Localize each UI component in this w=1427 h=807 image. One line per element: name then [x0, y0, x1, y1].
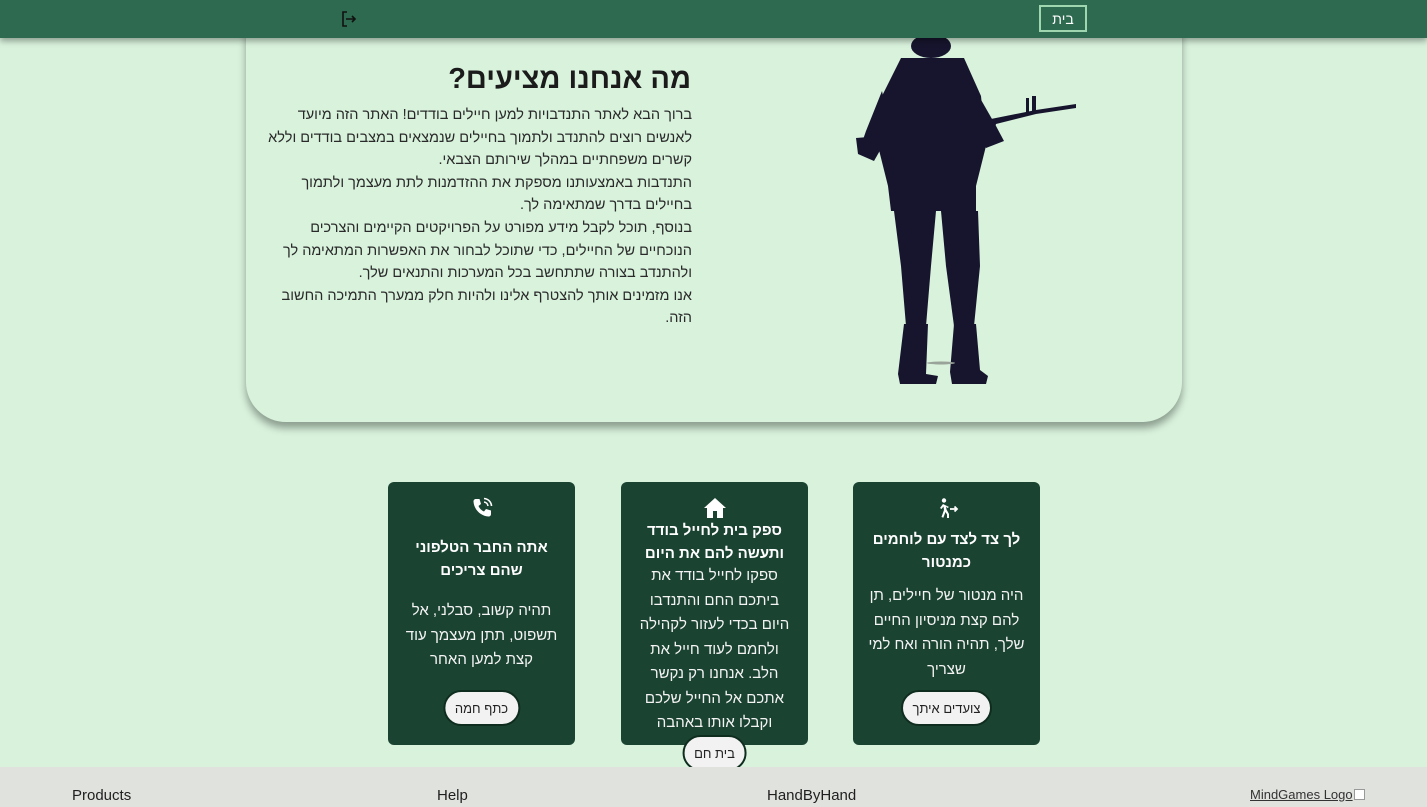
- nav-home-link[interactable]: בית: [1039, 5, 1087, 32]
- mentor-card-body: היה מנטור של חיילים, תן להם קצת מניסיון …: [868, 587, 1025, 678]
- hero-paragraph-3: בנוסף, תוכל לקבל מידע מפורט על הפרויקטים…: [283, 219, 692, 282]
- phone-call-icon: [470, 496, 494, 520]
- hero-paragraph-4: אנו מזמינים אותך להצטרף אלינו ולהיות חלק…: [281, 287, 692, 327]
- hero-paragraph-1: ברוך הבא לאתר התנדבויות למען חיילים בודד…: [268, 107, 692, 169]
- footer-logo-alt: MindGames Logo: [1250, 787, 1353, 802]
- top-navbar: בית: [0, 0, 1427, 38]
- hero-card: מה אנחנו מציעים? ברוך הבא לאתר התנדבויות…: [246, 0, 1182, 422]
- page-title: מה אנחנו מציעים?: [448, 63, 691, 95]
- warm-home-card: ספק בית לחייל בודד ותעשה להם את היום ספק…: [621, 482, 808, 771]
- mentor-card: לך צד לצד עם לוחמים כמנטור היה מנטור של …: [853, 482, 1040, 745]
- logout-icon[interactable]: [340, 10, 358, 28]
- hero-paragraph-2: התנדבות באמצעותנו מספקת את ההזדמנות לתת …: [301, 174, 692, 214]
- footer-products[interactable]: Products: [72, 787, 131, 804]
- phone-friend-card-body: תהיה קשוב, סבלני, אל תשפוט, תתן מעצמך עו…: [405, 602, 558, 668]
- soldier-silhouette-image: [856, 36, 1076, 384]
- footer-logo-link[interactable]: MindGames Logo: [1250, 787, 1365, 802]
- mentor-card-button[interactable]: צועדים איתך: [900, 690, 993, 726]
- warm-home-card-body: ספקו לחייל בודד את ביתכם החם והתנדבו היו…: [639, 567, 790, 731]
- phone-friend-card-button[interactable]: כתף חמה: [442, 690, 521, 726]
- footer-brand: HandByHand: [767, 787, 857, 804]
- mentor-card-title: לך צד לצד עם לוחמים כמנטור: [872, 531, 1021, 571]
- home-icon: [703, 496, 727, 520]
- hero-description: ברוך הבא לאתר התנדבויות למען חיילים בודד…: [260, 104, 692, 330]
- footer: Products Help HandByHand MindGames Logo: [0, 767, 1427, 807]
- phone-friend-card: אתה החבר הטלפוני שהם צריכים תהיה קשוב, ס…: [388, 482, 575, 745]
- walking-person-icon: [935, 497, 959, 521]
- footer-help[interactable]: Help: [437, 787, 468, 804]
- broken-image-icon: [1353, 789, 1365, 800]
- warm-home-card-button[interactable]: בית חם: [682, 735, 747, 771]
- phone-friend-card-title: אתה החבר הטלפוני שהם צריכים: [415, 539, 548, 579]
- warm-home-card-title: ספק בית לחייל בודד ותעשה להם את היום: [644, 522, 785, 562]
